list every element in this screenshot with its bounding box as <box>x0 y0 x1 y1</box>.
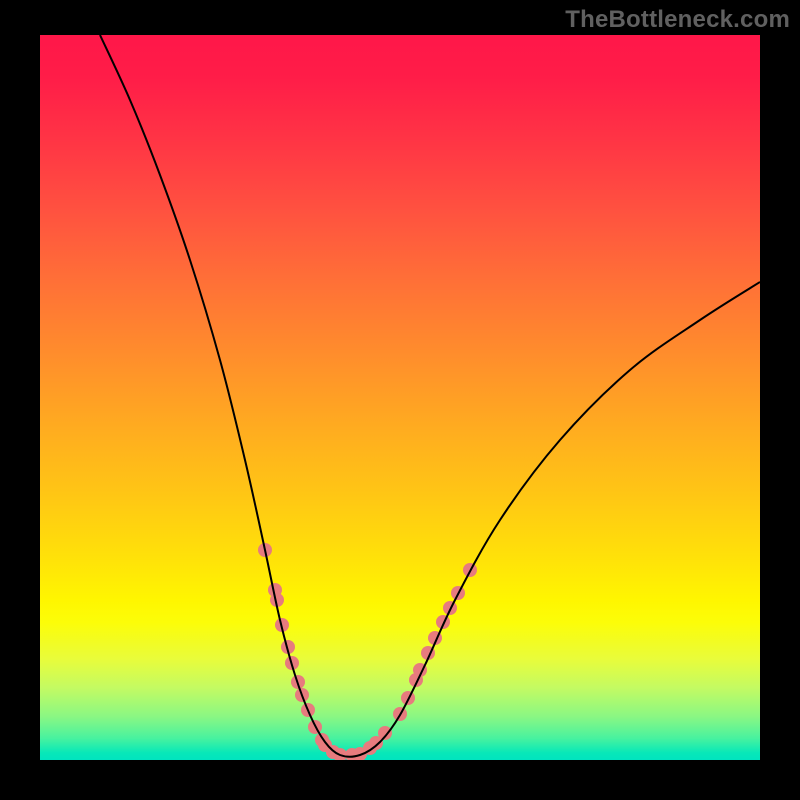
curve-markers-group <box>258 543 477 760</box>
chart-stage: TheBottleneck.com <box>0 0 800 800</box>
bottleneck-chart-svg <box>40 35 760 760</box>
watermark-label: TheBottleneck.com <box>565 6 790 34</box>
